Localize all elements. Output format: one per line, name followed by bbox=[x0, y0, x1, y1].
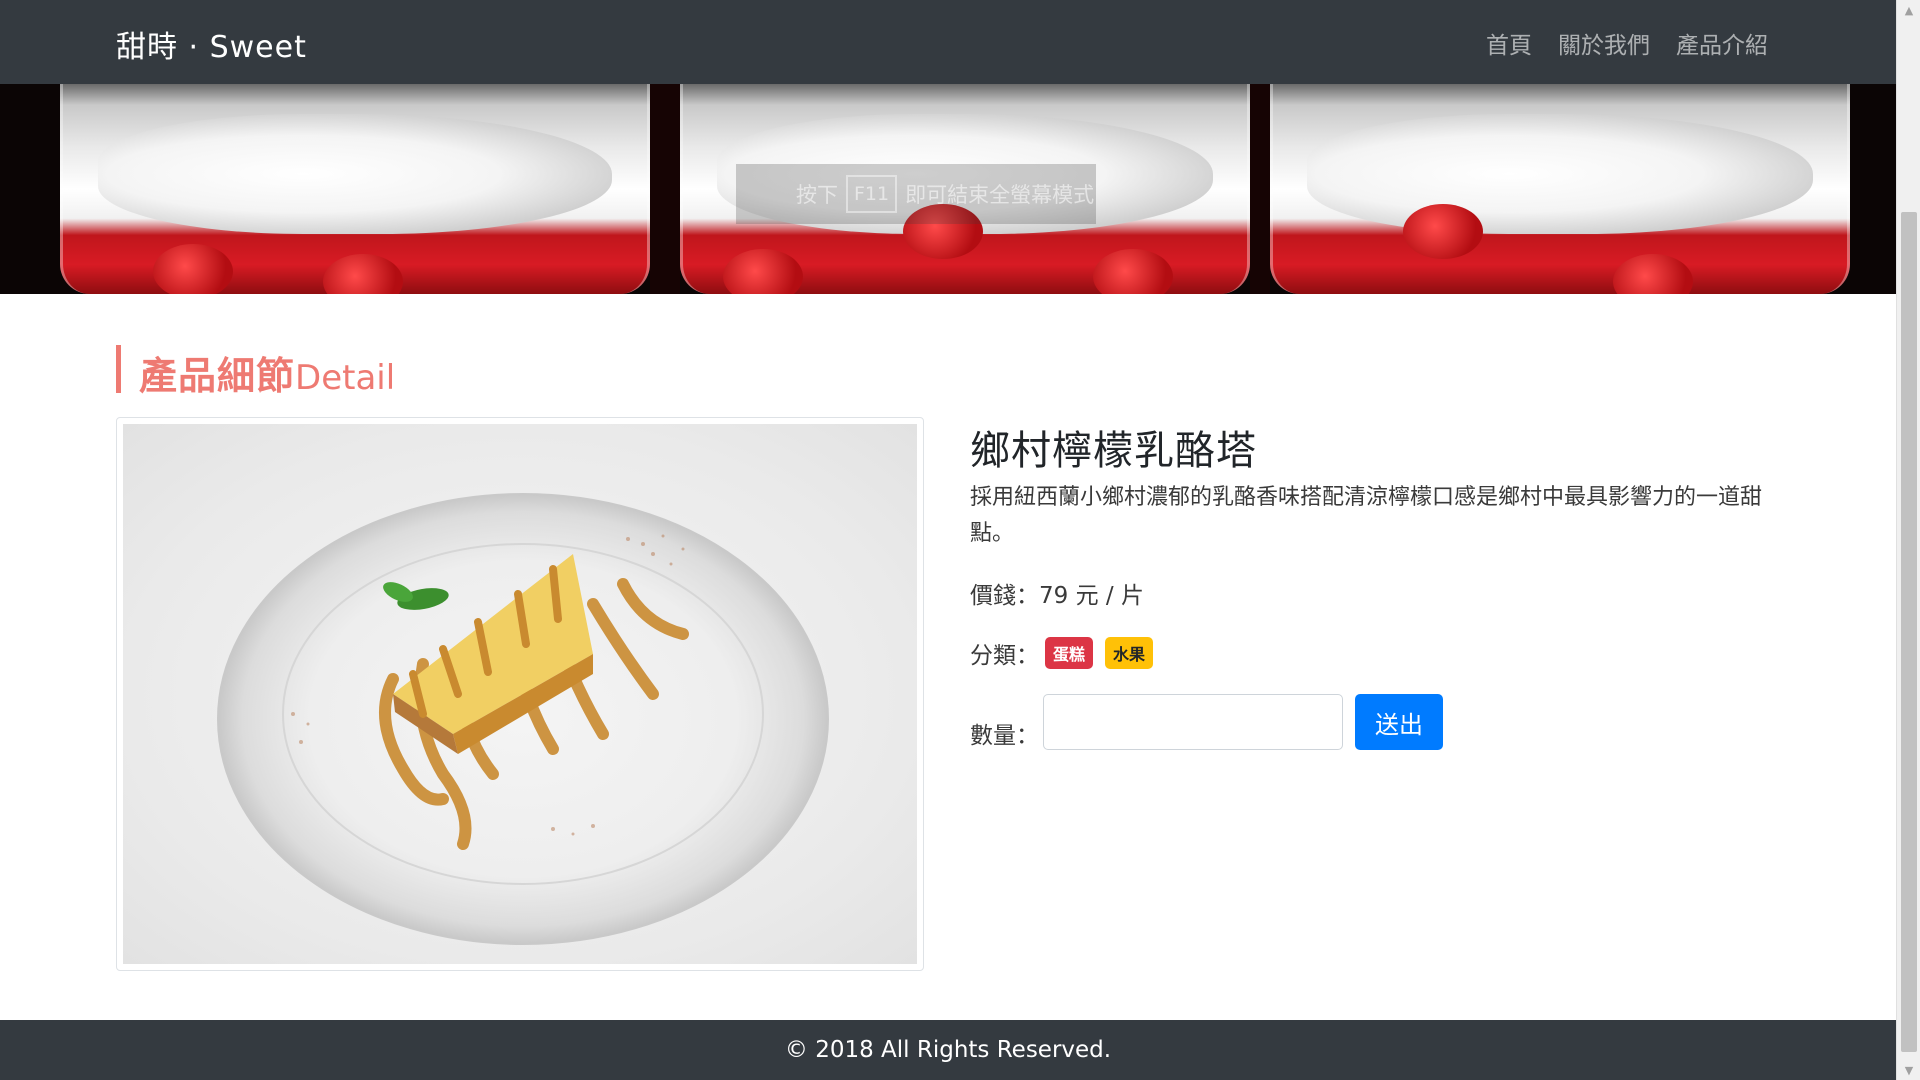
page-scrollbar[interactable]: ▲ ▼ bbox=[1896, 0, 1920, 1080]
dessert-glass-right bbox=[1270, 84, 1850, 294]
product-description: 採用紐西蘭小鄉村濃郁的乳酪香味搭配清涼檸檬口感是鄉村中最具影響力的一道甜點。 bbox=[970, 485, 1763, 546]
category-label: 分類： bbox=[970, 643, 1039, 669]
hero-banner-image: 按下 F11 即可結束全螢幕模式 bbox=[0, 84, 1896, 294]
fullscreen-hint-prefix: 按下 bbox=[796, 183, 838, 207]
cheesecake-plate-illustration bbox=[217, 493, 829, 945]
nav-link-about[interactable]: 關於我們 bbox=[1558, 26, 1650, 60]
price-label: 價錢： bbox=[970, 583, 1039, 609]
top-navbar: 甜時 · Sweet 首頁 關於我們 產品介紹 bbox=[0, 0, 1896, 84]
scroll-up-arrow-icon[interactable]: ▲ bbox=[1897, 0, 1920, 20]
category-row: 分類： 蛋糕 水果 bbox=[970, 636, 1154, 670]
nav-link-products[interactable]: 產品介紹 bbox=[1676, 26, 1768, 60]
fullscreen-hint-suffix: 即可結束全螢幕模式 bbox=[905, 183, 1095, 207]
fullscreen-hint-key: F11 bbox=[846, 175, 898, 213]
category-badge-cake: 蛋糕 bbox=[1045, 637, 1094, 669]
nav-links: 首頁 關於我們 產品介紹 bbox=[1486, 26, 1768, 60]
quantity-label: 數量： bbox=[970, 723, 1039, 749]
category-badge-fruit: 水果 bbox=[1105, 637, 1154, 669]
section-title-en: Detail bbox=[295, 358, 396, 398]
product-image bbox=[123, 424, 917, 964]
quantity-row: 數量： 送出 bbox=[970, 694, 1443, 750]
section-heading: 產品細節 Detail bbox=[116, 345, 395, 398]
price-row: 價錢： 79 元 / 片 bbox=[970, 576, 1144, 610]
section-title-zh: 產品細節 bbox=[139, 354, 296, 398]
nav-link-home[interactable]: 首頁 bbox=[1486, 26, 1532, 60]
dessert-glass-left bbox=[60, 84, 650, 294]
fullscreen-hint: 按下 F11 即可結束全螢幕模式 bbox=[736, 164, 1096, 224]
submit-button[interactable]: 送出 bbox=[1355, 694, 1443, 750]
product-image-frame bbox=[116, 417, 924, 971]
brand-logo[interactable]: 甜時 · Sweet bbox=[116, 22, 307, 66]
scroll-down-arrow-icon[interactable]: ▼ bbox=[1897, 1060, 1920, 1080]
price-value: 79 元 / 片 bbox=[1039, 583, 1144, 609]
footer: © 2018 All Rights Reserved. bbox=[0, 1020, 1896, 1080]
scrollbar-thumb[interactable] bbox=[1901, 212, 1917, 1052]
footer-copyright: © 2018 All Rights Reserved. bbox=[784, 1037, 1112, 1063]
product-name: 鄉村檸檬乳酪塔 bbox=[970, 428, 1257, 474]
quantity-input[interactable] bbox=[1043, 694, 1343, 750]
